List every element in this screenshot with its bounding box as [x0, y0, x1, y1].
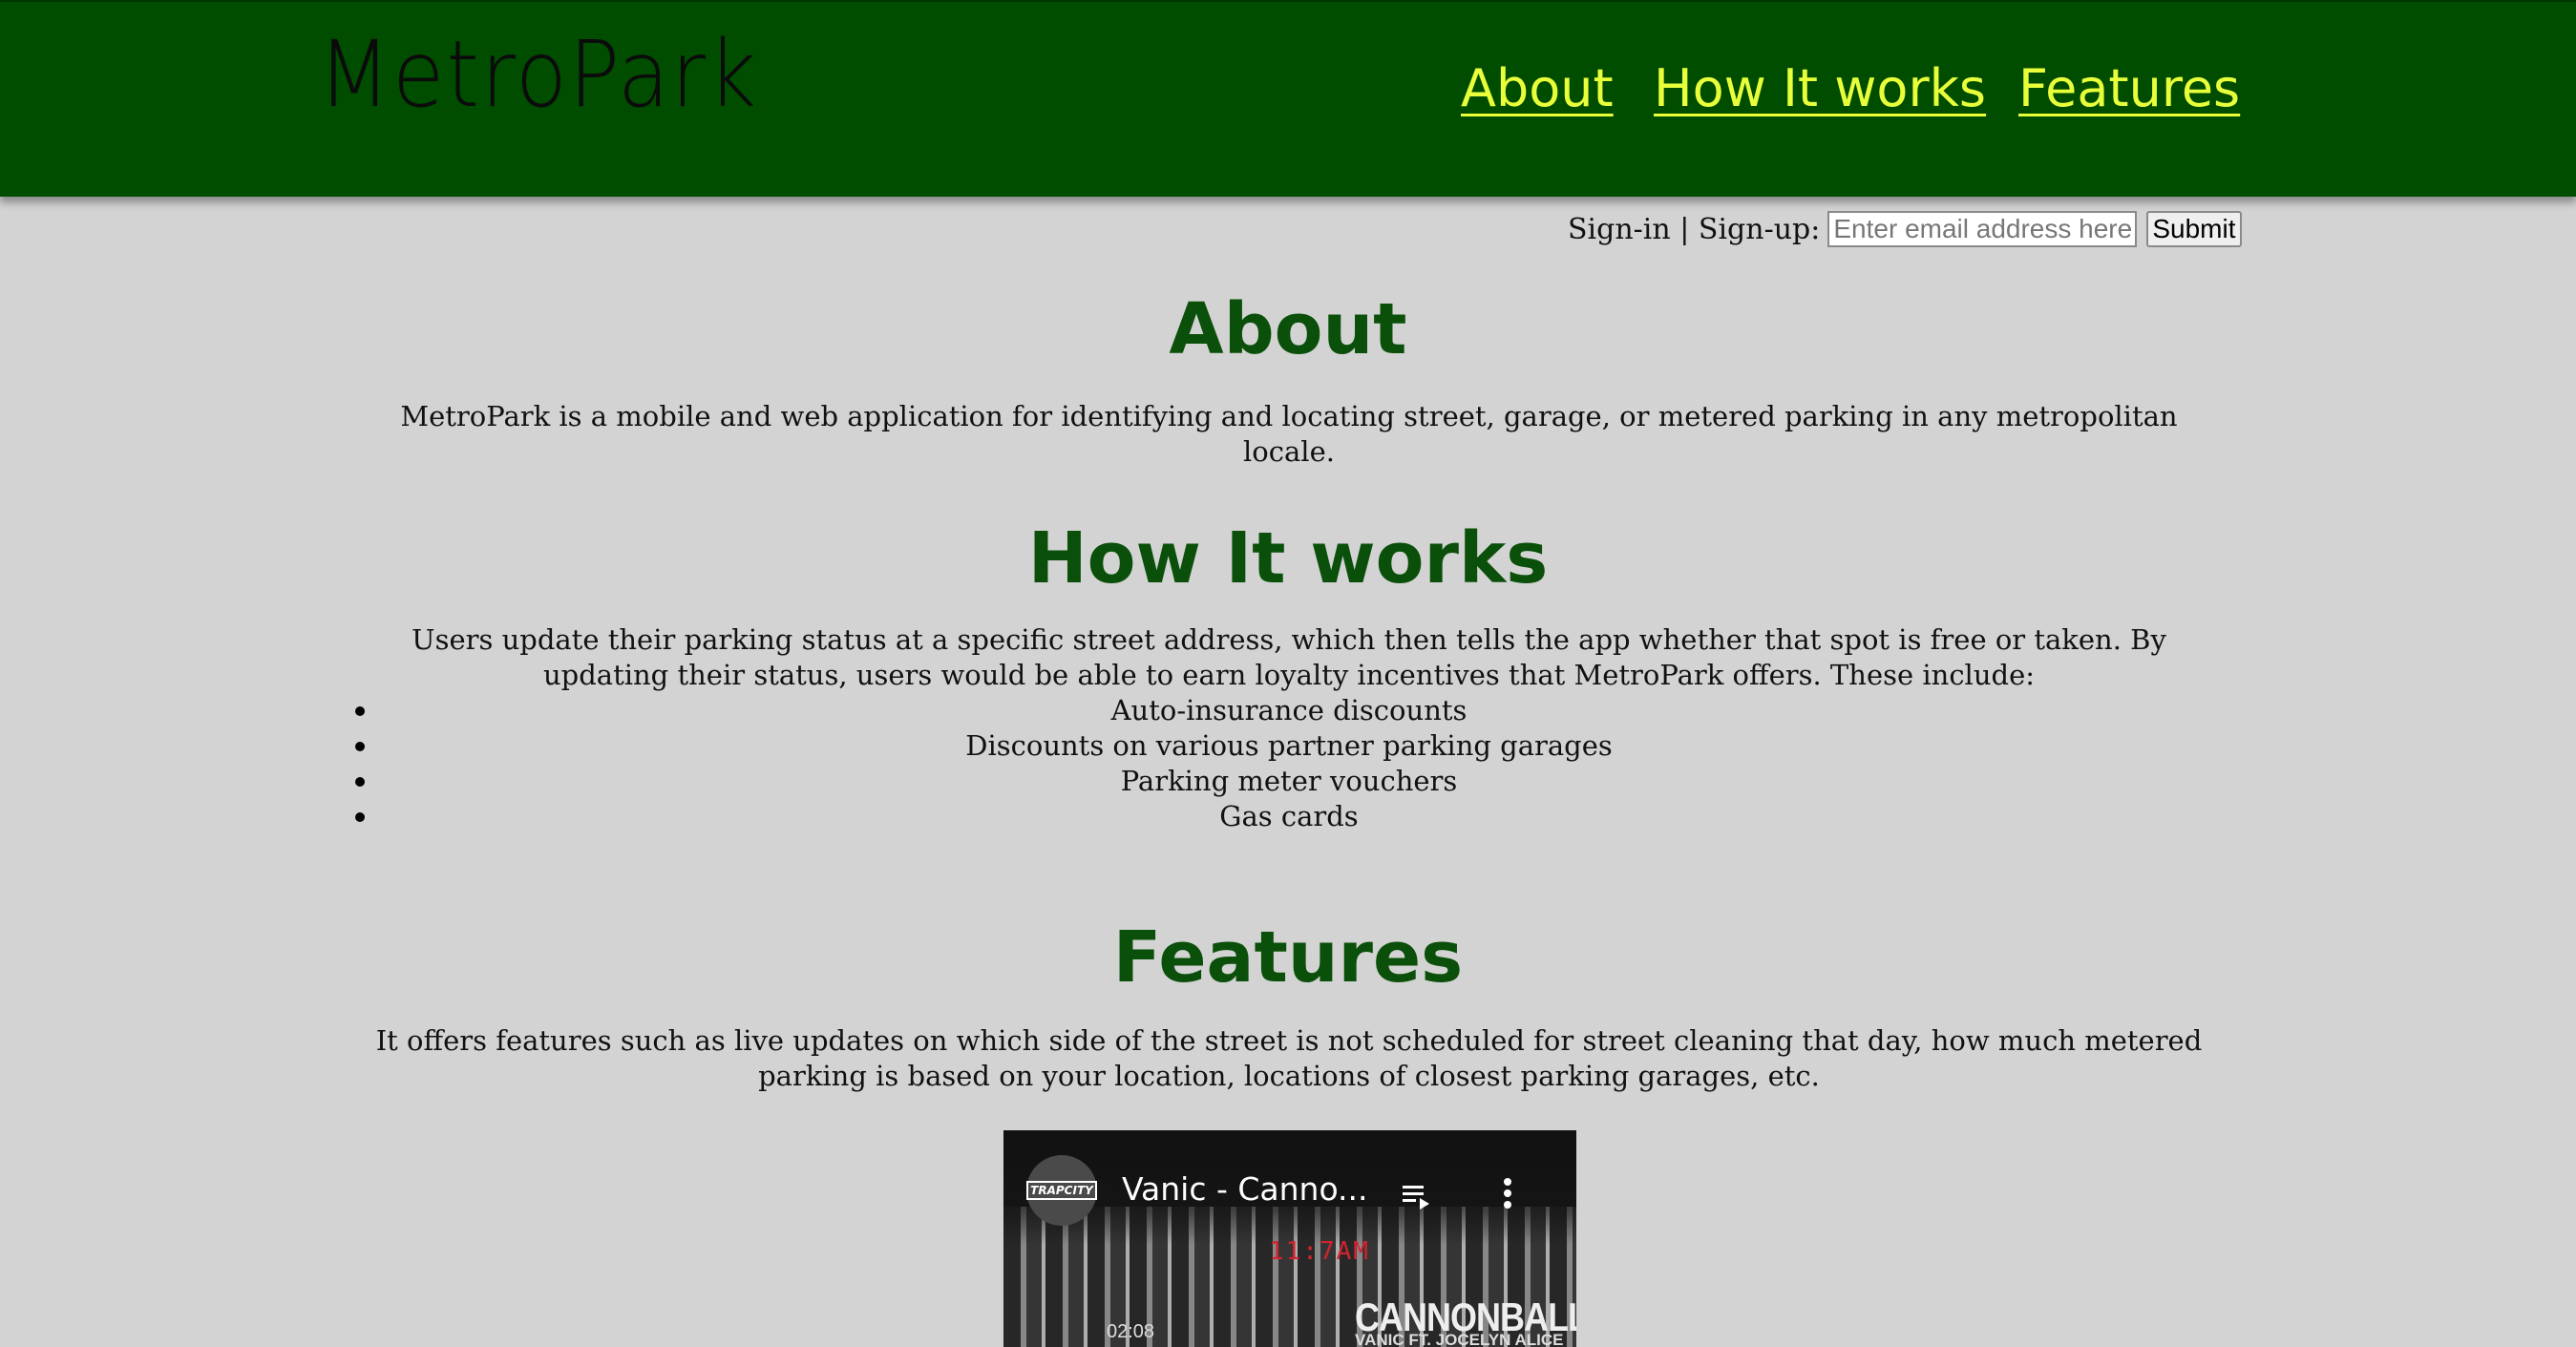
video-overlay-subtitle: VANIC FT. JOCELYN ALICE [1355, 1331, 1564, 1347]
signin-label: Sign-in | Sign-up: [1568, 212, 1821, 246]
nav-link-how-it-works[interactable]: How It works [1654, 63, 1986, 115]
page: MetroPark About How It works Features Si… [0, 0, 2576, 1347]
email-input[interactable] [1827, 211, 2138, 247]
video-clock-text: 02:08 [1107, 1321, 1155, 1342]
list-item: Parking meter vouchers [355, 764, 2206, 799]
channel-badge: TRAPCITY [1026, 1181, 1097, 1200]
site-header: MetroPark About How It works Features [0, 0, 2576, 197]
playlist-icon[interactable] [1401, 1180, 1435, 1214]
submit-button[interactable]: Submit [2146, 211, 2242, 247]
nav-link-features[interactable]: Features [2018, 63, 2240, 115]
about-heading: About [1169, 288, 1407, 370]
channel-avatar[interactable]: TRAPCITY [1026, 1155, 1097, 1226]
list-item: Discounts on various partner parking gar… [355, 728, 2206, 764]
signin-form: Sign-in | Sign-up: Submit [1568, 210, 2242, 248]
main-nav: About How It works Features [0, 63, 2576, 130]
list-item: Gas cards [355, 799, 2206, 834]
incentives-list: Auto-insurance discounts Discounts on va… [355, 693, 2206, 834]
video-embed[interactable]: 11:7AM TRAPCITY Vanic - Canno... 02:08 C… [1003, 1130, 1576, 1347]
more-vert-icon[interactable] [1496, 1174, 1519, 1212]
about-text: MetroPark is a mobile and web applicatio… [400, 400, 2178, 468]
video-title[interactable]: Vanic - Canno... [1122, 1170, 1368, 1208]
video-sign-text: 11:7AM [1269, 1237, 1370, 1266]
features-text: It offers features such as live updates … [375, 1024, 2203, 1092]
nav-link-about[interactable]: About [1461, 63, 1614, 115]
how-it-works-heading: How It works [1027, 517, 1549, 600]
features-heading: Features [1112, 916, 1464, 999]
list-item: Auto-insurance discounts [355, 693, 2206, 728]
how-it-works-text: Users update their parking status at a s… [412, 623, 2166, 691]
